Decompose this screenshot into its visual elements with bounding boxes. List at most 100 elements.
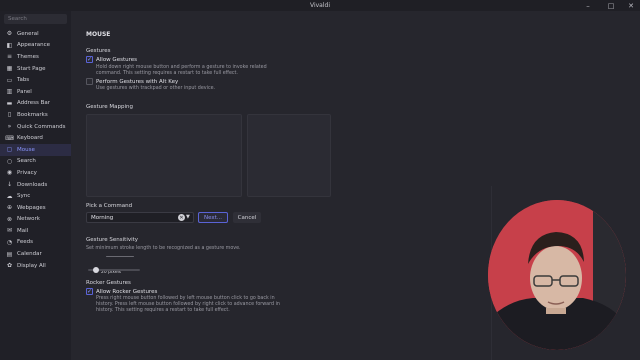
privacy-icon: ◉ bbox=[6, 169, 13, 177]
sidebar-item-tabs[interactable]: ▭ Tabs bbox=[0, 74, 71, 86]
sidebar-item-label: Themes bbox=[17, 53, 39, 60]
sidebar-item-label: Display All bbox=[17, 262, 46, 269]
sidebar-item-sync[interactable]: ☁ Sync bbox=[0, 190, 71, 202]
close-icon: ✕ bbox=[628, 1, 634, 10]
rocker-gestures-heading: Rocker Gestures bbox=[86, 280, 131, 286]
alt-key-gestures-desc: Use gestures with trackpad or other inpu… bbox=[96, 86, 216, 91]
sidebar-item-bookmarks[interactable]: ▯ Bookmarks bbox=[0, 109, 71, 121]
sidebar-item-search[interactable]: ○ Search bbox=[0, 156, 71, 168]
calendar-icon: ▤ bbox=[6, 250, 13, 258]
allow-gestures-label: Allow Gestures bbox=[96, 57, 137, 63]
sidebar-item-label: Start Page bbox=[17, 65, 46, 72]
maximize-button[interactable]: □ bbox=[605, 1, 617, 10]
close-button[interactable]: ✕ bbox=[625, 1, 637, 10]
clear-icon[interactable]: ✕ bbox=[178, 214, 185, 221]
gestures-heading: Gestures bbox=[86, 48, 111, 54]
sidebar-item-start-page[interactable]: ▦ Start Page bbox=[0, 63, 71, 75]
sidebar-item-webpages[interactable]: ⊕ Webpages bbox=[0, 202, 71, 214]
mail-icon: ✉ bbox=[6, 227, 13, 235]
chevron-down-icon[interactable]: ▼ bbox=[186, 214, 190, 220]
network-icon: ⊗ bbox=[6, 215, 13, 223]
sidebar-item-mouse[interactable]: ▢ Mouse bbox=[0, 143, 71, 156]
address-bar-icon: ▬ bbox=[6, 99, 13, 107]
feeds-icon: ◔ bbox=[6, 238, 13, 246]
minimize-button[interactable]: – bbox=[582, 1, 594, 10]
themes-icon: ≡ bbox=[6, 53, 13, 61]
download-icon: ↓ bbox=[6, 181, 13, 189]
sidebar-item-label: Network bbox=[17, 216, 40, 223]
gesture-preview bbox=[247, 114, 331, 197]
settings-nav: ⚙ General ◧ Appearance ≡ Themes ▦ Start Page… bbox=[0, 28, 71, 271]
gesture-mapping-heading: Gesture Mapping bbox=[86, 104, 134, 110]
title-bar: Vivaldi – □ ✕ bbox=[0, 0, 640, 11]
alt-key-gestures-label: Perform Gestures with Alt Key bbox=[96, 79, 179, 85]
sidebar-item-themes[interactable]: ≡ Themes bbox=[0, 51, 71, 63]
allow-rocker-gestures-checkbox[interactable]: ✓ bbox=[86, 288, 93, 295]
sidebar-item-downloads[interactable]: ↓ Downloads bbox=[0, 179, 71, 191]
maximize-icon: □ bbox=[607, 1, 615, 10]
sidebar-item-label: Keyboard bbox=[17, 135, 43, 142]
display-all-icon: ✿ bbox=[6, 262, 13, 270]
keyboard-icon: ⌨ bbox=[5, 134, 14, 142]
sidebar-item-label: General bbox=[17, 30, 39, 37]
sensitivity-heading: Gesture Sensitivity bbox=[86, 237, 139, 243]
panel-icon: ▥ bbox=[6, 88, 13, 96]
search-placeholder: Search bbox=[8, 16, 27, 22]
checkmark-icon: ✓ bbox=[86, 288, 93, 295]
allow-gestures-desc-2: command. This setting requires a restart… bbox=[96, 71, 238, 76]
sidebar-item-mail[interactable]: ✉ Mail bbox=[0, 225, 71, 237]
sidebar-item-label: Bookmarks bbox=[17, 111, 48, 118]
sensitivity-desc: Set minimum stroke length to be recogniz… bbox=[86, 246, 241, 251]
allow-gestures-checkbox[interactable]: ✓ bbox=[86, 56, 93, 63]
pick-command-heading: Pick a Command bbox=[86, 203, 133, 209]
cancel-button-label: Cancel bbox=[237, 214, 257, 221]
sidebar-item-appearance[interactable]: ◧ Appearance bbox=[0, 40, 71, 52]
gesture-list[interactable] bbox=[86, 114, 242, 197]
sidebar-item-quick-commands[interactable]: » Quick Commands bbox=[0, 121, 71, 133]
tabs-icon: ▭ bbox=[6, 76, 13, 84]
appearance-icon: ◧ bbox=[6, 41, 13, 49]
sync-icon: ☁ bbox=[6, 192, 13, 200]
sidebar-item-label: Appearance bbox=[17, 42, 51, 49]
sidebar-item-calendar[interactable]: ▤ Calendar bbox=[0, 248, 71, 260]
command-select-value: Morning bbox=[91, 215, 114, 221]
alt-key-gestures-checkbox[interactable] bbox=[86, 78, 93, 85]
rocker-desc-3: history. This setting requires a restart… bbox=[96, 308, 230, 313]
sidebar-item-keyboard[interactable]: ⌨ Keyboard bbox=[0, 132, 71, 144]
presenter-image bbox=[488, 200, 626, 350]
sidebar-item-general[interactable]: ⚙ General bbox=[0, 28, 71, 40]
sensitivity-ticks bbox=[106, 256, 134, 257]
sidebar-item-display-all[interactable]: ✿ Display All bbox=[0, 260, 71, 272]
sidebar-item-label: Quick Commands bbox=[17, 123, 66, 130]
sidebar-item-label: Mail bbox=[17, 227, 29, 234]
sidebar-item-label: Feeds bbox=[17, 239, 33, 246]
next-button-label: Next... bbox=[203, 214, 223, 221]
window-title: Vivaldi bbox=[309, 2, 330, 9]
sidebar-item-feeds[interactable]: ◔ Feeds bbox=[0, 237, 71, 249]
allow-rocker-gestures-label: Allow Rocker Gestures bbox=[96, 289, 158, 295]
sidebar-item-label: Search bbox=[17, 158, 36, 165]
sidebar-item-label: Tabs bbox=[17, 77, 30, 84]
sidebar-item-label: Webpages bbox=[17, 204, 46, 211]
settings-search-input[interactable]: Search bbox=[4, 14, 67, 24]
sidebar-item-panel[interactable]: ▥ Panel bbox=[0, 86, 71, 98]
gear-icon: ⚙ bbox=[6, 30, 13, 38]
sidebar-item-address-bar[interactable]: ▬ Address Bar bbox=[0, 98, 71, 110]
sidebar-item-label: Downloads bbox=[17, 181, 48, 188]
webcam-overlay bbox=[488, 200, 626, 350]
sidebar-item-label: Calendar bbox=[17, 251, 42, 258]
sidebar-item-label: Privacy bbox=[17, 169, 37, 176]
mouse-icon: ▢ bbox=[6, 146, 13, 154]
checkmark-icon: ✓ bbox=[86, 56, 93, 63]
sidebar-item-label: Panel bbox=[17, 88, 32, 95]
sidebar-item-label: Mouse bbox=[17, 146, 35, 153]
sensitivity-slider-handle[interactable] bbox=[93, 267, 99, 273]
sidebar-item-network[interactable]: ⊗ Network bbox=[0, 214, 71, 226]
sidebar-item-label: Sync bbox=[17, 193, 31, 200]
sidebar-item-privacy[interactable]: ◉ Privacy bbox=[0, 167, 71, 179]
start-page-icon: ▦ bbox=[6, 65, 13, 73]
bookmark-icon: ▯ bbox=[7, 111, 12, 119]
next-button[interactable]: Next... bbox=[198, 212, 228, 223]
cancel-button[interactable]: Cancel bbox=[233, 212, 261, 223]
search-icon: ○ bbox=[6, 157, 13, 165]
